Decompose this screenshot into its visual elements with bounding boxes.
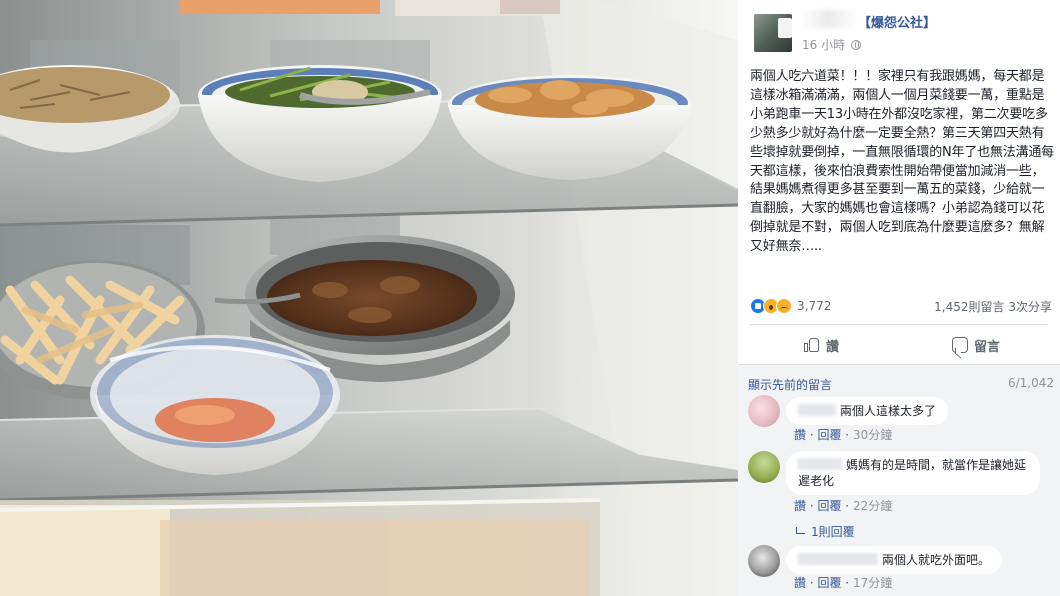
comment-button[interactable]: 留言 <box>952 334 1000 356</box>
commenter-avatar[interactable] <box>748 395 780 427</box>
commenter-name-blurred[interactable] <box>798 404 836 416</box>
commenter-name-blurred[interactable] <box>798 458 842 470</box>
post-photo[interactable] <box>0 0 738 596</box>
post-time-text: 16 小時 <box>802 38 846 52</box>
like-button[interactable]: 讚 <box>804 334 839 356</box>
comment-bubble: 兩個人這樣太多了 <box>786 397 949 425</box>
post-panel: 【爆怨公社】 16 小時 兩個人吃六道菜！！！家裡只有我跟媽媽，每天都是這樣冰箱… <box>738 0 1060 596</box>
like-button-label: 讚 <box>826 339 840 355</box>
reactions-summary[interactable]: 3,772 <box>750 296 831 316</box>
comment-actions: 讚 · 回覆 · 30分鐘 <box>794 428 893 442</box>
comment-like-link[interactable]: 讚 <box>794 499 806 513</box>
engagement-counts: 1,452則留言 3次分享 <box>934 298 1052 315</box>
comment-text: 兩個人這樣太多了 <box>840 404 937 418</box>
commenter-avatar[interactable] <box>748 451 780 483</box>
fridge-photo <box>0 0 738 596</box>
post-timestamp[interactable]: 16 小時 <box>802 36 861 53</box>
author-name-blurred <box>800 10 858 28</box>
reactions-count: 3,772 <box>797 299 832 313</box>
shares-count-link[interactable]: 3次分享 <box>1008 300 1052 314</box>
comment-time[interactable]: 22分鐘 <box>853 499 892 513</box>
view-replies-link[interactable]: 1則回覆 <box>796 523 855 540</box>
comment-text: 兩個人就吃外面吧。 <box>882 553 991 567</box>
comment-like-link[interactable]: 讚 <box>794 428 806 442</box>
view-previous-comments-link[interactable]: 顯示先前的留言 <box>748 376 832 393</box>
comment-actions: 讚 · 回覆 · 22分鐘 <box>794 499 893 513</box>
comment-time[interactable]: 17分鐘 <box>853 576 892 590</box>
comment-bubble: 媽媽有的是時間，就當作是讓她延遲老化 <box>786 451 1040 495</box>
commenter-name-blurred[interactable] <box>798 553 878 565</box>
comment-reply-link[interactable]: 回覆 <box>817 499 841 513</box>
post-text: 兩個人吃六道菜！！！家裡只有我跟媽媽，每天都是這樣冰箱滿滿滿，兩個人一個月菜錢要… <box>750 69 1054 255</box>
comment-icon <box>952 337 968 353</box>
like-icon <box>804 337 820 353</box>
comments-section: 顯示先前的留言 6/1,042 兩個人這樣太多了 讚 · 回覆 · 30分鐘 媽… <box>738 365 1060 596</box>
comment-bubble: 兩個人就吃外面吧。 <box>786 546 1003 574</box>
comment-actions: 讚 · 回覆 · 17分鐘 <box>794 576 893 590</box>
comments-page-count: 6/1,042 <box>1007 376 1054 390</box>
comment-reply-link[interactable]: 回覆 <box>817 428 841 442</box>
comments-count-link[interactable]: 1,452則留言 <box>934 300 1004 314</box>
comment-like-link[interactable]: 讚 <box>794 576 806 590</box>
comment-reply-link[interactable]: 回覆 <box>817 576 841 590</box>
page-name-link[interactable]: 【爆怨公社】 <box>858 12 936 31</box>
globe-icon <box>850 40 861 50</box>
sad-reaction-icon <box>776 298 792 314</box>
view-replies-label: 1則回覆 <box>811 525 855 539</box>
reply-arrow-icon <box>796 527 805 534</box>
comment-button-label: 留言 <box>974 339 1001 355</box>
page-avatar[interactable] <box>754 14 792 52</box>
comment-time[interactable]: 30分鐘 <box>853 428 892 442</box>
divider <box>750 324 1048 325</box>
commenter-avatar[interactable] <box>748 545 780 577</box>
